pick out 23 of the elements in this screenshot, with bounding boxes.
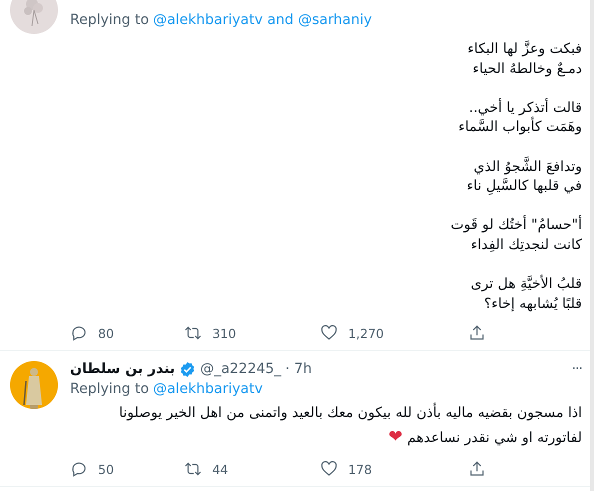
reply-icon[interactable] (70, 460, 88, 478)
like-count: 1,270 (348, 325, 384, 342)
retweet-icon[interactable] (184, 460, 202, 478)
user-handle[interactable]: @_a22245_ (200, 361, 282, 378)
tweet-time[interactable]: · 7h (285, 361, 312, 378)
user-name[interactable]: بندر بن سلطان (70, 361, 176, 378)
reply-count: 50 (98, 461, 114, 478)
reply-count: 80 (98, 325, 114, 342)
retweet-count: 44 (212, 461, 228, 478)
like-icon[interactable] (320, 324, 338, 342)
retweet-icon[interactable] (184, 324, 202, 342)
tweet-text: اذا مسجون بقضيه ماليه بأذن لله بيكون معك بالعيد واتمنى من اهل الخير يوصلونا لفاتورته او شي نقدر نساعدهم ❤ (70, 401, 582, 450)
more-menu[interactable]: ··· (572, 361, 582, 378)
heart-emoji: ❤ (388, 427, 403, 448)
like-count: 178 (348, 461, 372, 478)
share-icon[interactable] (468, 460, 486, 478)
retweet-count: 310 (212, 325, 236, 342)
reply-icon[interactable] (70, 324, 88, 342)
tweet-text: فبكت وعزَّ لها البكاء دمـعٌ وخالطهُ الحياء قالت أتذكر يا أخي.. وهَمَت كأبواب السَّماء وتدافعَ الشَّجوُ الذي في قلبها كالسَّيلِ ناء أ"حسامُ" أختُك لو قَوت كانت لنجدتِك الفِداء قلبُ الأخيَّةِ هل ترى قلبًا يُشابهه إخاء؟ (450, 40, 582, 314)
replying-label: Replying to (70, 381, 149, 400)
share-icon[interactable] (468, 324, 486, 342)
like-icon[interactable] (320, 460, 338, 478)
replying-label: Replying to (70, 12, 149, 30)
